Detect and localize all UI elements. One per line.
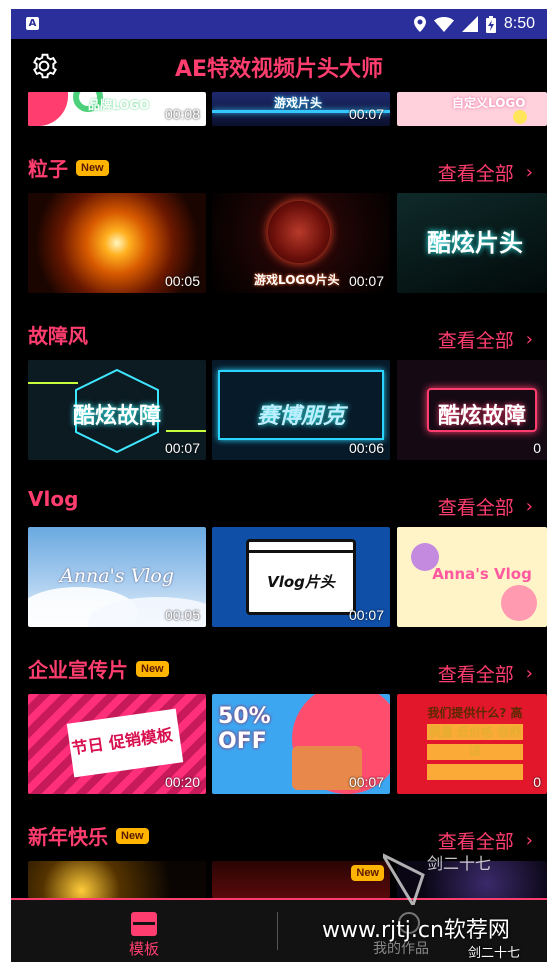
duration-label: 00:06	[348, 440, 384, 456]
thumbnail-caption: 酷炫故障	[72, 404, 161, 429]
template-thumbnail[interactable]: Anna's Vlog	[397, 527, 547, 627]
duration-label: 00:05	[164, 273, 200, 289]
thumbnail-caption: 游戏LOGO片头	[254, 273, 340, 287]
section-title-particles: 粒子 New	[28, 153, 109, 182]
svg-text:剑二十七: 剑二十七	[427, 854, 491, 873]
new-badge: New	[116, 827, 149, 844]
template-thumbnail[interactable]: 00:05	[28, 193, 206, 293]
duration-label: 00:07	[348, 106, 384, 122]
section-title-label: 新年快乐	[28, 825, 108, 849]
duration-label: 00:08	[164, 106, 200, 122]
section-title-vlog: Vlog	[28, 487, 78, 511]
view-all-particles-link[interactable]: 查看全部 ›	[438, 159, 533, 186]
section-title-label: Vlog	[28, 487, 79, 511]
duration-label: 00:07	[164, 440, 200, 456]
template-thumbnail[interactable]: 酷炫故障 00:07	[28, 360, 206, 460]
watermark-site-text: www.rjtj.cn软荐网	[322, 918, 510, 943]
template-thumbnail[interactable]: 自定义LOGO	[397, 92, 547, 126]
section-title-glitch: 故障风	[28, 320, 88, 349]
thumbnail-caption: 酷炫故障	[437, 404, 526, 429]
template-thumbnail[interactable]: 节日 促销模板 00:20	[28, 694, 206, 794]
thumbnail-caption: 品牌LOGO	[88, 98, 150, 112]
section-title-label: 故障风	[28, 324, 88, 348]
chevron-right-icon: ›	[525, 329, 533, 350]
thumbnail-caption: Vlog片头	[267, 573, 335, 591]
template-thumbnail[interactable]: 酷炫片头	[397, 193, 547, 293]
template-thumbnail[interactable]: New	[212, 861, 390, 898]
clock: 8:50	[503, 15, 535, 32]
duration-label: 00:07	[348, 273, 384, 289]
template-thumbnail[interactable]	[28, 861, 206, 898]
app-bar: AE特效视频片头大师	[11, 39, 547, 92]
thumbnail-caption: 酷炫片头	[427, 229, 523, 257]
chevron-right-icon: ›	[525, 496, 533, 517]
wifi-icon	[433, 16, 454, 32]
duration-label: 00:20	[164, 774, 200, 790]
view-all-glitch-link[interactable]: 查看全部 ›	[438, 326, 533, 353]
thumbnail-caption: Anna's Vlog	[432, 565, 532, 583]
thumbnail-caption: 50% OFF	[218, 704, 271, 754]
template-thumbnail[interactable]: 品牌LOGO 00:08	[28, 92, 206, 126]
new-badge: New	[351, 865, 384, 881]
watermark-logo: 剑二十七	[383, 853, 491, 905]
status-bar: A 8:50	[11, 9, 547, 39]
template-thumbnail[interactable]: 我们提供什么? 高质量 低价格 很舒适 0	[397, 694, 547, 794]
tab-templates[interactable]: 模板	[11, 900, 277, 962]
new-badge: New	[76, 159, 109, 176]
view-all-label: 查看全部	[437, 497, 514, 519]
section-title-corporate: 企业宣传片 New	[28, 654, 169, 683]
chevron-right-icon: ›	[525, 162, 533, 183]
tab-templates-label: 模板	[128, 940, 159, 958]
template-thumbnail[interactable]: 酷炫故障 0	[397, 360, 547, 460]
duration-label: 00:07	[348, 607, 384, 623]
template-thumbnail[interactable]: 赛博朋克 00:06	[212, 360, 390, 460]
section-title-label: 企业宣传片	[28, 658, 128, 682]
duration-label: 0	[533, 774, 541, 790]
template-thumbnail[interactable]: 游戏片头 00:07	[212, 92, 390, 126]
view-all-label: 查看全部	[437, 163, 514, 185]
thumbnail-caption: 自定义LOGO	[452, 96, 526, 110]
template-thumbnail[interactable]: 游戏LOGO片头 00:07	[212, 193, 390, 293]
chevron-right-icon: ›	[525, 830, 533, 851]
signal-icon	[461, 16, 478, 32]
view-all-label: 查看全部	[437, 664, 514, 686]
view-all-label: 查看全部	[437, 330, 514, 352]
view-all-vlog-link[interactable]: 查看全部 ›	[438, 493, 533, 520]
thumbnail-caption: Anna's Vlog	[60, 565, 174, 587]
app-title: AE特效视频片头大师	[174, 57, 384, 82]
location-icon	[413, 16, 426, 32]
view-all-corporate-link[interactable]: 查看全部 ›	[438, 660, 533, 687]
chevron-right-icon: ›	[525, 663, 533, 684]
app-notification-icon: A	[26, 17, 39, 30]
new-badge: New	[136, 660, 169, 677]
template-thumbnail[interactable]: Vlog片头 00:07	[212, 527, 390, 627]
template-thumbnail[interactable]: Anna's Vlog 00:05	[28, 527, 206, 627]
thumbnail-caption: 游戏片头	[274, 96, 323, 110]
battery-icon	[485, 15, 496, 33]
template-thumbnail[interactable]: 50% OFF 00:07	[212, 694, 390, 794]
duration-label: 00:05	[164, 607, 200, 623]
section-title-label: 粒子	[28, 157, 68, 181]
section-title-new-year: 新年快乐 New	[28, 821, 149, 850]
duration-label: 00:07	[348, 774, 384, 790]
film-template-icon	[131, 912, 157, 936]
thumbnail-caption: 赛博朋克	[256, 404, 345, 429]
watermark-author-text: 剑二十七	[468, 946, 521, 961]
duration-label: 0	[533, 440, 541, 456]
phone-screen: A 8:50 AE特效视频片头大师 品牌LOGO 00:08 游戏片头 00:0…	[11, 9, 547, 962]
